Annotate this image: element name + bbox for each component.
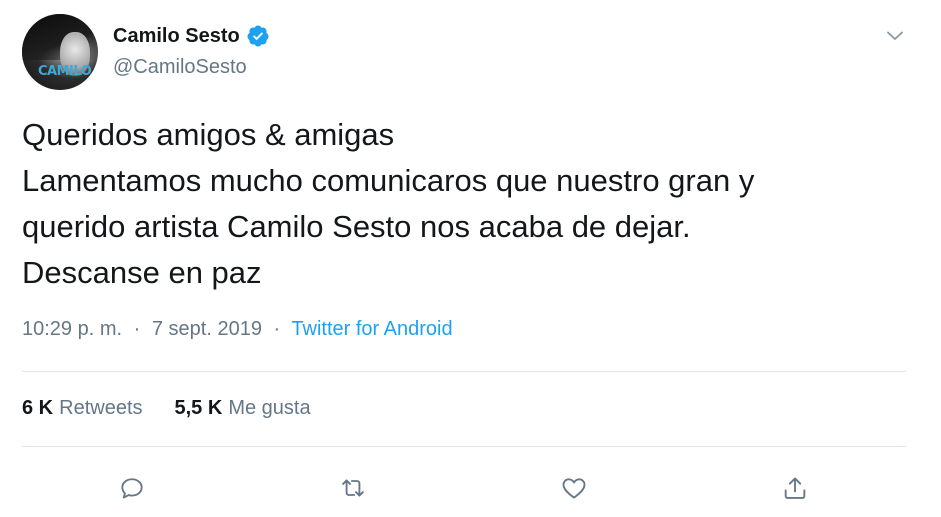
avatar[interactable]: CAMILO (22, 14, 98, 90)
tweet-stats: 6 K Retweets 5,5 K Me gusta (22, 397, 343, 420)
meta-separator: · (273, 318, 281, 340)
heart-icon (562, 478, 586, 499)
tweet-date[interactable]: 7 sept. 2019 (152, 318, 262, 340)
name-row: Camilo Sesto (113, 24, 270, 48)
share-icon (784, 477, 806, 499)
tweet-meta: 10:29 p. m. · 7 sept. 2019 · Twitter for… (22, 318, 453, 341)
chevron-down-icon[interactable] (883, 24, 907, 48)
tweet-source-link[interactable]: Twitter for Android (291, 318, 452, 340)
meta-separator: · (133, 318, 141, 340)
tweet-line: querido artista Camilo Sesto nos acaba d… (22, 209, 691, 244)
like-button[interactable] (556, 470, 592, 506)
tweet-line: Lamentamos mucho comunicaros que nuestro… (22, 163, 755, 198)
retweets-count: 6 K (22, 397, 54, 419)
divider (22, 371, 906, 372)
retweets-label: Retweets (59, 397, 143, 419)
tweet-card: CAMILO Camilo Sesto @CamiloSesto Querido… (0, 0, 941, 517)
likes-count: 5,5 K (174, 397, 223, 419)
share-button[interactable] (777, 470, 813, 506)
display-name[interactable]: Camilo Sesto (113, 25, 240, 48)
verified-badge-icon (247, 25, 269, 47)
tweet-line: Descanse en paz (22, 255, 262, 290)
user-handle[interactable]: @CamiloSesto (113, 56, 247, 79)
tweet-line: Queridos amigos & amigas (22, 117, 395, 152)
likes-stat[interactable]: 5,5 K Me gusta (175, 397, 311, 420)
reply-button[interactable] (114, 470, 150, 506)
likes-label: Me gusta (228, 397, 311, 419)
tweet-time[interactable]: 10:29 p. m. (22, 318, 122, 340)
tweet-text: Queridos amigos & amigas Lamentamos much… (22, 112, 922, 296)
divider (22, 446, 906, 447)
retweet-icon (342, 479, 364, 497)
avatar-logo-text: CAMILO (38, 64, 92, 79)
reply-icon (121, 478, 143, 499)
retweet-button[interactable] (335, 470, 371, 506)
tweet-actions (0, 470, 941, 506)
retweets-stat[interactable]: 6 K Retweets (22, 397, 143, 420)
